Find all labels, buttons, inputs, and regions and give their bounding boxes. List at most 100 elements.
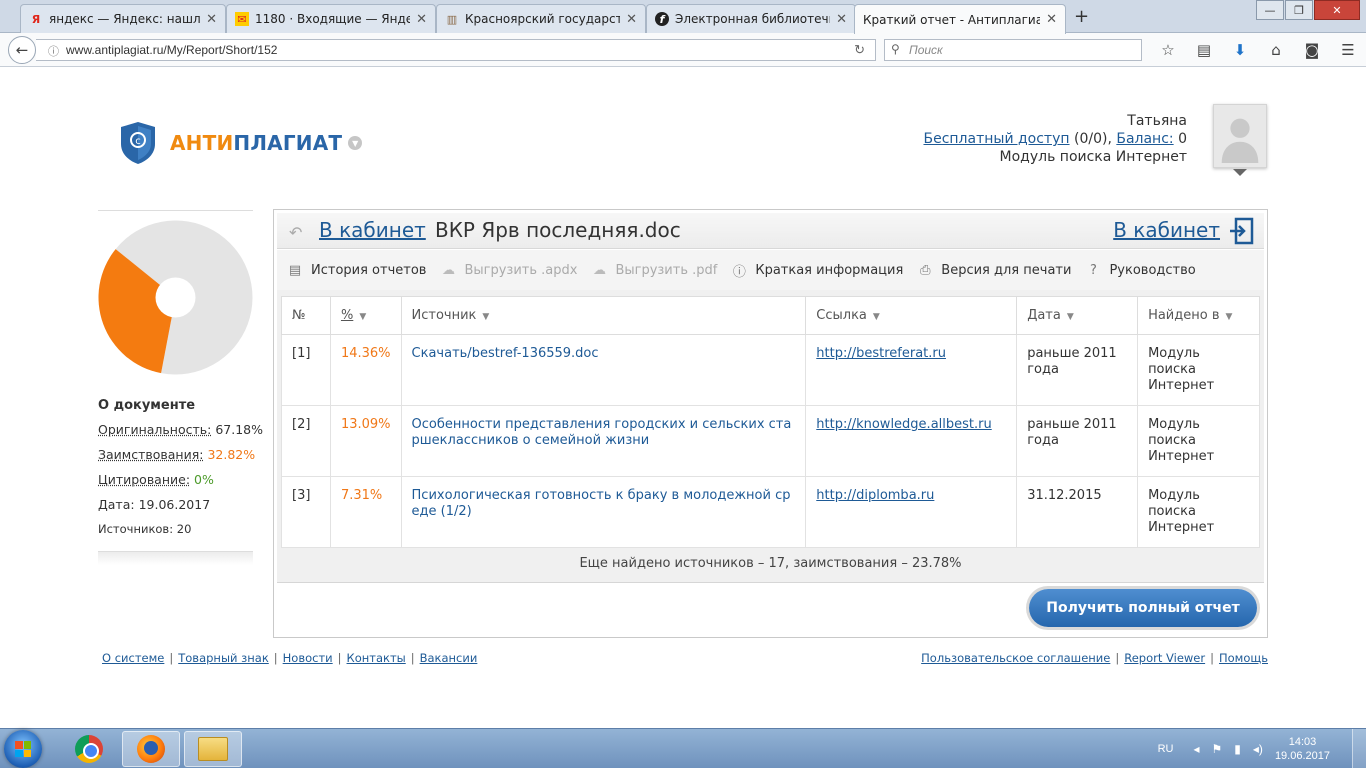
history-button[interactable]: ▤ История отчетов [287, 263, 426, 278]
export-pdf-button[interactable]: ☁ Выгрузить .pdf [591, 263, 717, 278]
footer-link-help[interactable]: Помощь [1219, 651, 1268, 665]
row-number: [3] [282, 477, 331, 548]
folder-icon [198, 737, 228, 761]
sort-arrow-icon: ▼ [1226, 312, 1233, 322]
free-access-link[interactable]: Бесплатный доступ [923, 131, 1069, 147]
footer-link-trademark[interactable]: Товарный знак [178, 651, 269, 665]
table-row: [3] 7.31% Психологическая готовность к б… [282, 477, 1260, 548]
action-center-icon[interactable]: ⚑ [1212, 742, 1223, 756]
row-percent: 13.09% [330, 406, 401, 477]
more-sources-text: Еще найдено источников – 17, заимствован… [277, 545, 1264, 582]
windows-logo-icon [15, 741, 31, 757]
column-found-in-sort[interactable]: Найдено в ▼ [1138, 297, 1260, 335]
guide-button[interactable]: ? Руководство [1085, 263, 1195, 278]
citation-row: Цитирование: 0% [98, 472, 253, 497]
shield-icon: c [118, 120, 158, 166]
footer-link-user-agreement[interactable]: Пользовательское соглашение [921, 651, 1110, 665]
document-sidebar: О документе Оригинальность: 67.18% Заимс… [98, 210, 253, 211]
close-icon[interactable]: ✕ [416, 12, 427, 27]
export-apdx-label: Выгрузить .apdx [464, 263, 577, 278]
clock[interactable]: 14:03 19.06.2017 [1275, 735, 1330, 763]
back-to-cabinet-link[interactable]: В кабинет [319, 218, 426, 242]
download-icon[interactable]: ⬇ [1222, 41, 1258, 59]
column-percent-sort[interactable]: % ▼ [330, 297, 401, 335]
column-label: № [292, 308, 306, 323]
close-icon[interactable]: ✕ [1046, 12, 1057, 27]
footer-link-report-viewer[interactable]: Report Viewer [1124, 651, 1205, 665]
tab-library[interactable]: f Электронная библиотечна ✕ [646, 4, 856, 33]
avatar-menu-arrow-icon[interactable] [1233, 169, 1247, 176]
language-indicator[interactable]: RU [1158, 743, 1174, 755]
balance-link[interactable]: Баланс: [1116, 131, 1173, 147]
tab-label: Электронная библиотечна [675, 12, 830, 26]
column-link-sort[interactable]: Ссылка ▼ [806, 297, 1017, 335]
tab-antiplagiat[interactable]: Краткий отчет - Антиплагиат ✕ [854, 4, 1066, 34]
antiplagiat-logo[interactable]: c АНТИПЛАГИАТ ▼ [118, 120, 362, 166]
tab-university[interactable]: ▥ Красноярский государствен ✕ [436, 4, 646, 33]
originality-value: 67.18% [215, 422, 263, 437]
tab-yandex-mail[interactable]: ✉ 1180 · Входящие — Яндекс.П ✕ [226, 4, 436, 33]
pie-center-hole [156, 278, 196, 318]
close-icon[interactable]: ✕ [836, 12, 847, 27]
tray-arrow-icon[interactable]: ◂ [1194, 742, 1200, 756]
close-icon[interactable]: ✕ [626, 12, 637, 27]
search-input[interactable]: ⚲ Поиск [884, 39, 1142, 61]
footer-link-contacts[interactable]: Контакты [347, 651, 406, 665]
site-info-icon[interactable]: ⓘ [48, 43, 59, 59]
menu-icon[interactable]: ☰ [1330, 41, 1366, 59]
export-apdx-button[interactable]: ☁ Выгрузить .apdx [440, 263, 577, 278]
new-tab-icon[interactable]: + [1074, 6, 1089, 27]
row-source[interactable]: Психологическая готовность к браку в мол… [401, 477, 806, 548]
taskbar-chrome[interactable] [60, 731, 118, 767]
address-bar[interactable]: ⓘ www.antiplagiat.ru/My/Report/Short/152… [36, 39, 876, 61]
university-icon: ▥ [445, 12, 459, 26]
back-button[interactable]: ← [8, 36, 36, 64]
start-button[interactable] [4, 730, 42, 768]
browser-nav-bar: ⓘ www.antiplagiat.ru/My/Report/Short/152… [0, 33, 1366, 67]
brief-info-button[interactable]: ⓘ Краткая информация [731, 261, 903, 280]
maximize-icon[interactable]: ❐ [1285, 0, 1313, 20]
row-link[interactable]: http://diplomba.ru [816, 488, 934, 503]
row-link[interactable]: http://bestreferat.ru [816, 346, 946, 361]
tab-label: Краткий отчет - Антиплагиат [863, 13, 1040, 27]
avatar[interactable] [1213, 104, 1267, 168]
back-arrow-icon[interactable]: ↶ [289, 223, 302, 242]
home-icon[interactable]: ⌂ [1258, 41, 1294, 59]
column-date-sort[interactable]: Дата ▼ [1017, 297, 1138, 335]
column-source-sort[interactable]: Источник ▼ [401, 297, 806, 335]
date-label: Дата: [98, 497, 135, 512]
row-source[interactable]: Особенности представления городских и се… [401, 406, 806, 477]
row-link[interactable]: http://knowledge.allbest.ru [816, 417, 991, 432]
get-full-report-button[interactable]: Получить полный отчет [1029, 589, 1257, 627]
bookmarks-library-icon[interactable]: ▤ [1186, 41, 1222, 59]
chevron-down-icon[interactable]: ▼ [348, 136, 362, 150]
footer-link-about[interactable]: О системе [102, 651, 164, 665]
minimize-icon[interactable]: — [1256, 0, 1284, 20]
logo-plag: ПЛАГИАТ [233, 131, 342, 155]
row-source[interactable]: Скачать/bestref-136559.doc [401, 335, 806, 406]
volume-icon[interactable]: ◂) [1253, 742, 1263, 756]
footer-link-news[interactable]: Новости [283, 651, 333, 665]
svg-text:c: c [135, 136, 141, 147]
document-info: О документе Оригинальность: 67.18% Заимс… [98, 398, 253, 565]
taskbar-explorer[interactable] [184, 731, 242, 767]
back-to-cabinet-link-right[interactable]: В кабинет [1113, 218, 1220, 242]
footer-link-vacancies[interactable]: Вакансии [420, 651, 478, 665]
clock-date: 19.06.2017 [1275, 749, 1330, 763]
exit-icon[interactable] [1228, 217, 1254, 245]
table-header-row: № % ▼ Источник ▼ Ссылка ▼ Дата ▼ Найдено в ▼ [282, 297, 1260, 335]
print-version-button[interactable]: ⎙ Версия для печати [917, 263, 1071, 278]
report-toolbar: ▤ История отчетов ☁ Выгрузить .apdx ☁ Вы… [277, 250, 1264, 290]
bookmark-star-icon[interactable]: ☆ [1150, 41, 1186, 59]
pocket-icon[interactable]: ◙ [1294, 41, 1330, 59]
show-desktop-button[interactable] [1352, 729, 1366, 768]
taskbar-firefox[interactable] [122, 731, 180, 767]
balance-value: 0 [1178, 131, 1187, 147]
divider [98, 210, 253, 211]
sources-value: 20 [177, 522, 192, 536]
reload-icon[interactable]: ↻ [854, 42, 865, 58]
tab-yandex-search[interactable]: Я яндекс — Яндекс: нашлось ✕ [20, 4, 226, 33]
network-icon[interactable]: ▮ [1234, 742, 1241, 756]
window-close-icon[interactable]: ✕ [1314, 0, 1360, 20]
close-icon[interactable]: ✕ [206, 12, 217, 27]
